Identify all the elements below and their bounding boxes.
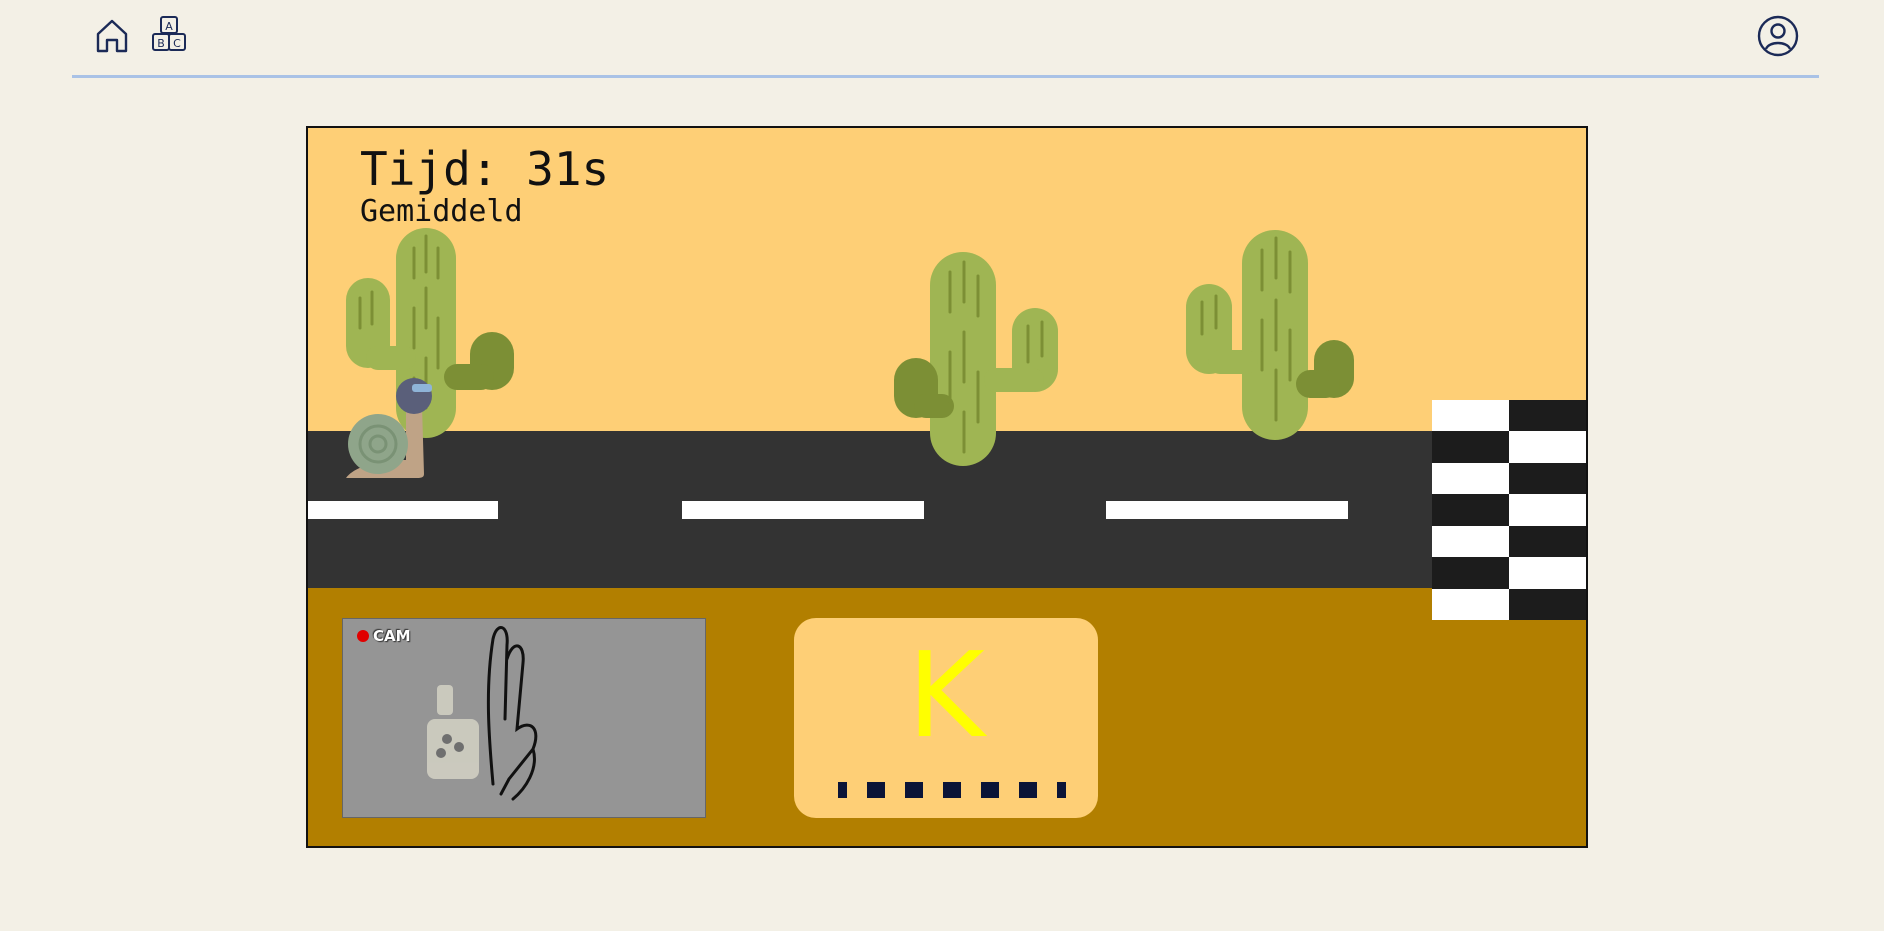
finish-line-flag <box>1432 400 1586 620</box>
progress-mark <box>943 782 961 798</box>
lane-marking <box>1106 501 1348 519</box>
cactus-icon <box>894 252 1058 466</box>
letter-progress-indicator <box>838 782 1066 798</box>
profile-icon[interactable] <box>1756 14 1800 58</box>
progress-mark <box>867 782 885 798</box>
lane-marking <box>308 501 498 519</box>
progress-mark <box>981 782 999 798</box>
block-letter-a: A <box>165 20 173 33</box>
target-letter: K <box>907 626 985 764</box>
block-letter-c: C <box>173 37 181 50</box>
camera-feed: CAM <box>342 618 706 818</box>
progress-mark <box>905 782 923 798</box>
hand-sign-icon <box>427 626 538 801</box>
abc-blocks-icon[interactable]: A B C <box>148 14 192 58</box>
timer: Tijd: 31s <box>360 142 610 196</box>
home-icon[interactable] <box>90 14 134 58</box>
record-dot-icon <box>357 630 369 642</box>
camera-indicator: CAM <box>357 627 411 645</box>
progress-mark <box>1019 782 1037 798</box>
progress-mark <box>1057 782 1066 798</box>
cactus-icon <box>1186 230 1354 440</box>
race-game-board: Tijd: 31s Gemiddeld CAM K <box>306 126 1588 848</box>
header-divider <box>72 75 1819 78</box>
progress-mark <box>838 782 847 798</box>
snail-player-icon <box>346 378 432 478</box>
target-letter-card: K <box>794 618 1098 818</box>
difficulty-label: Gemiddeld <box>360 194 523 229</box>
top-navigation: A B C <box>0 0 1884 80</box>
lane-marking <box>682 501 924 519</box>
camera-label: CAM <box>373 627 411 645</box>
block-letter-b: B <box>157 37 165 50</box>
